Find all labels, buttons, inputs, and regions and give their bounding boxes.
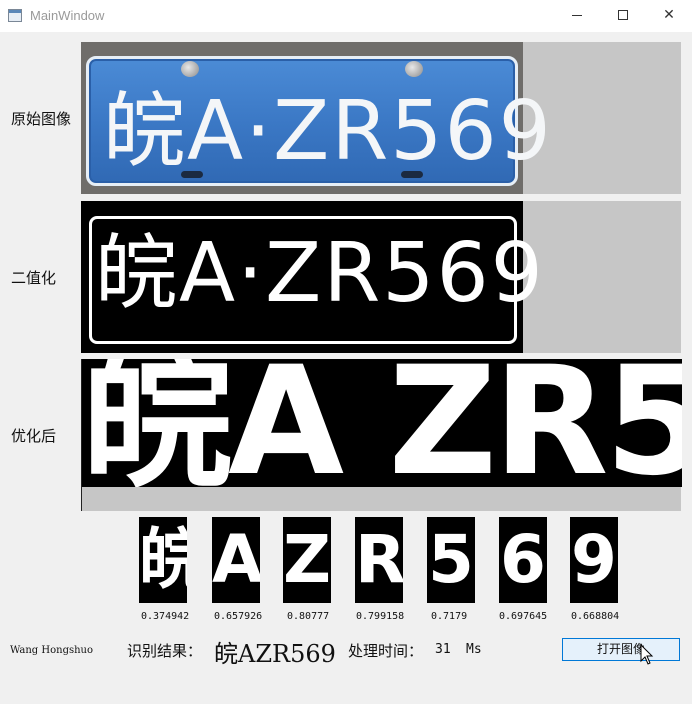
result-label: 识别结果： <box>127 642 203 660</box>
open-image-button[interactable]: 打开图像 <box>562 638 680 661</box>
original-plate-text: 皖A·ZR569 <box>103 84 553 179</box>
segment-char-image: 6 <box>499 517 547 603</box>
segment-char-image: Z <box>283 517 331 603</box>
segment-char-image: A <box>212 517 260 603</box>
segment-char-image: 9 <box>570 517 618 603</box>
blue-plate: 皖A·ZR569 <box>86 56 551 186</box>
segment-score: 0.374942 <box>141 611 190 622</box>
result-value: 皖AZR569 <box>214 640 336 668</box>
minimize-button[interactable] <box>554 0 600 32</box>
segment-score: 0.657926 <box>214 611 263 622</box>
segment-score: 0.799158 <box>356 611 405 622</box>
segment-score: 0.697645 <box>499 611 548 622</box>
app-window-icon <box>8 9 22 22</box>
binary-image-label: 二值化 <box>11 269 57 287</box>
optimized-image-panel: 皖A ZR569 <box>81 359 682 511</box>
original-plate-image: 皖A·ZR569 <box>81 42 551 194</box>
time-value: 31 <box>435 642 451 657</box>
author-label: Wang Hongshuo <box>10 645 94 656</box>
title-bar: MainWindow ✕ <box>0 0 692 32</box>
original-image-label: 原始图像 <box>11 110 72 128</box>
time-unit: Ms <box>466 642 482 657</box>
maximize-button[interactable] <box>600 0 646 32</box>
window-title: MainWindow <box>30 8 105 23</box>
binary-plate-text: 皖A·ZR569 <box>95 226 545 321</box>
optimized-plate-text: 皖A ZR569 <box>82 359 682 487</box>
binary-plate-image: 皖A·ZR569 <box>81 201 543 353</box>
segment-char-image: R <box>355 517 403 603</box>
time-label: 处理时间： <box>348 642 424 660</box>
segment-score: 0.80777 <box>287 611 330 622</box>
rivet-icon <box>405 61 423 77</box>
original-image-panel: 皖A·ZR569 <box>81 42 681 194</box>
segment-char-image: 5 <box>427 517 475 603</box>
segment-score: 0.668804 <box>571 611 620 622</box>
mouse-cursor-icon <box>640 644 654 665</box>
rivet-icon <box>181 61 199 77</box>
maximize-icon <box>618 10 628 20</box>
close-icon: ✕ <box>663 7 675 23</box>
segment-char-image: 皖 <box>139 517 187 603</box>
optimized-image-label: 优化后 <box>11 427 57 445</box>
optimized-plate-image: 皖A ZR569 <box>82 359 682 487</box>
binary-image-panel: 皖A·ZR569 <box>81 201 681 353</box>
close-button[interactable]: ✕ <box>646 0 692 32</box>
segment-score: 0.7179 <box>431 611 468 622</box>
minimize-icon <box>572 15 582 16</box>
